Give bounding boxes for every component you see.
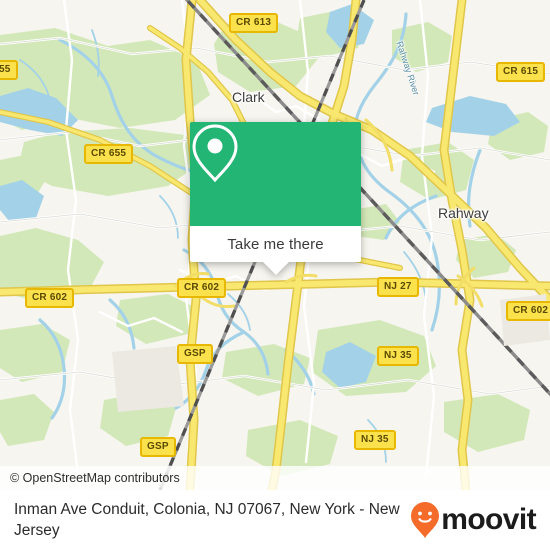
callout-icon-area bbox=[190, 122, 361, 226]
map-canvas[interactable]: Clark Rahway Rahway River CR 613 CR 615 … bbox=[0, 0, 550, 490]
map-pin-icon bbox=[192, 124, 238, 183]
moovit-logo[interactable]: moovit bbox=[410, 501, 540, 539]
moovit-smiley-pin-icon bbox=[411, 502, 440, 538]
road-shield-nj-35-south[interactable]: NJ 35 bbox=[354, 430, 396, 450]
place-label-clark: Clark bbox=[232, 89, 265, 105]
callout-pointer-tail bbox=[262, 262, 289, 275]
location-callout-card[interactable]: Take me there bbox=[190, 122, 361, 275]
road-shield-nj-27[interactable]: NJ 27 bbox=[377, 277, 419, 297]
footer-bar: Inman Ave Conduit, Colonia, NJ 07067, Ne… bbox=[0, 490, 550, 550]
road-shield-cr-602-west[interactable]: CR 602 bbox=[25, 288, 75, 308]
attribution-text[interactable]: © OpenStreetMap contributors bbox=[0, 471, 180, 485]
road-shield-nj-35-north[interactable]: NJ 35 bbox=[377, 346, 419, 366]
road-shield-gsp-south[interactable]: GSP bbox=[140, 437, 176, 457]
map-attribution-bar: © OpenStreetMap contributors bbox=[0, 466, 550, 490]
road-shield-cr-613[interactable]: CR 613 bbox=[229, 13, 279, 33]
road-shield-cr-602-east[interactable]: CR 602 bbox=[506, 301, 550, 321]
take-me-there-label: Take me there bbox=[227, 235, 324, 253]
road-shield-cr-615[interactable]: CR 615 bbox=[496, 62, 546, 82]
location-title: Inman Ave Conduit, Colonia, NJ 07067, Ne… bbox=[14, 501, 400, 539]
road-shield-cr-655-edge[interactable]: 55 bbox=[0, 60, 18, 80]
road-shield-gsp-north[interactable]: GSP bbox=[177, 344, 213, 364]
moovit-wordmark: moovit bbox=[441, 503, 536, 536]
place-label-rahway: Rahway bbox=[438, 205, 489, 221]
map-screenshot: Clark Rahway Rahway River CR 613 CR 615 … bbox=[0, 0, 550, 550]
road-shield-cr-602-center[interactable]: CR 602 bbox=[177, 278, 227, 298]
callout-action-area[interactable]: Take me there bbox=[190, 226, 361, 275]
road-shield-cr-655[interactable]: CR 655 bbox=[84, 144, 134, 164]
